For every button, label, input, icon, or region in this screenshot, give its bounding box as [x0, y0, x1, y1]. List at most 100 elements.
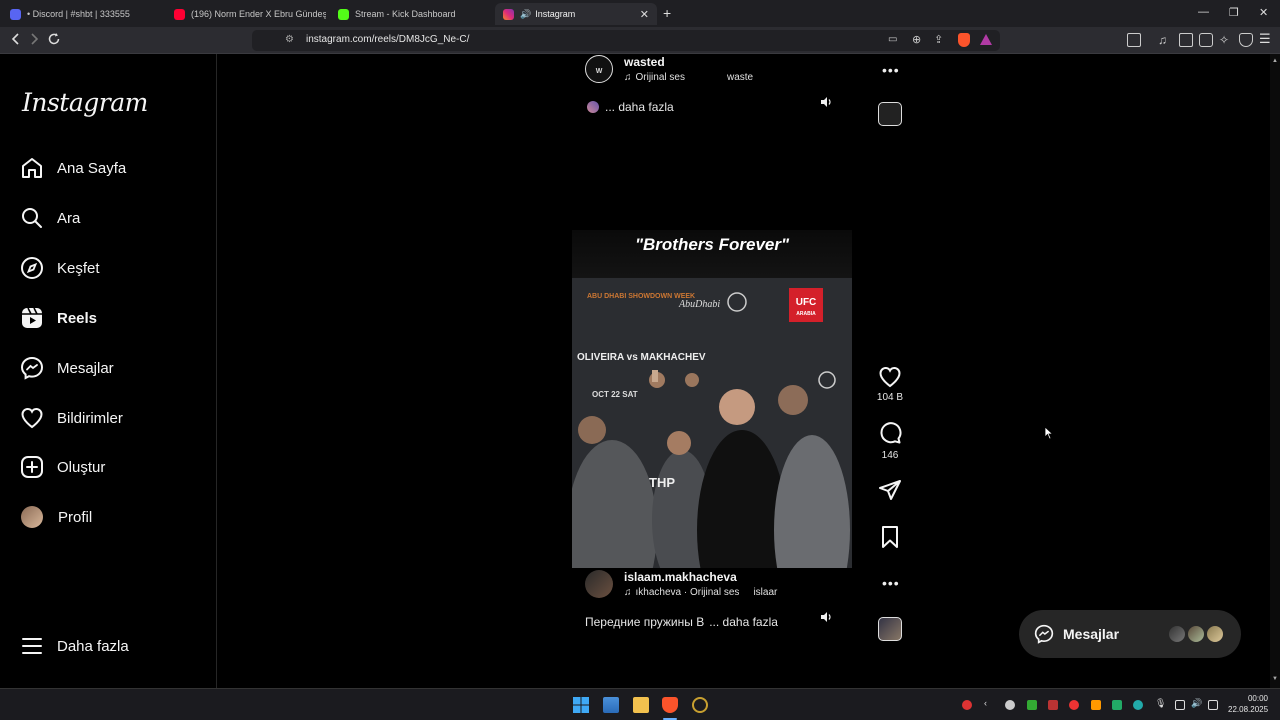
save-button[interactable] [879, 525, 901, 549]
sidebar-toggle-icon[interactable] [1179, 33, 1193, 47]
volume-icon[interactable]: 🔊 [1191, 698, 1202, 708]
windows-start-icon[interactable] [573, 697, 589, 713]
nav-notifications[interactable]: Bildirimler [20, 403, 200, 433]
page-scrollbar[interactable]: ▲ ▼ [1270, 54, 1280, 688]
nav-home[interactable]: Ana Sayfa [20, 153, 200, 183]
menu-icon[interactable]: ☰ [1259, 31, 1273, 46]
tray-icon[interactable] [1133, 700, 1143, 710]
tray-icon[interactable] [1091, 700, 1101, 710]
site-info-icon[interactable]: ⚙ [285, 34, 294, 45]
zoom-icon[interactable]: ⊕ [912, 33, 921, 46]
caption-more[interactable]: ... daha fazla [709, 615, 778, 629]
username[interactable]: wasted [624, 55, 753, 69]
minimize-button[interactable]: — [1198, 6, 1209, 18]
vpn-icon[interactable] [1239, 33, 1253, 47]
address-bar[interactable]: ⚙ instagram.com/reels/DM8JcG_Ne-C/ ▭ ⊕ ⇪ [252, 30, 1000, 51]
like-count: 104 B [876, 392, 904, 403]
close-tab-icon[interactable]: ✕ [640, 8, 649, 21]
audio-thumbnail[interactable] [878, 617, 902, 641]
brave-rewards-icon[interactable] [980, 34, 992, 45]
share-button[interactable] [878, 478, 902, 502]
tray-icon[interactable] [1112, 700, 1122, 710]
current-reel-caption[interactable]: Передние пружины В ... daha fazla [585, 615, 778, 629]
unmute-button[interactable] [819, 610, 833, 624]
brave-shield-icon[interactable] [958, 33, 970, 47]
search-icon [22, 208, 42, 228]
tray-icon[interactable] [1027, 700, 1037, 710]
forward-button[interactable] [28, 32, 40, 46]
more-options-icon[interactable]: ••• [882, 62, 900, 78]
maximize-button[interactable]: ❐ [1229, 6, 1239, 19]
reel-video[interactable]: ABU DHABI SHOWDOWN WEEK AbuDhabi UFC ARA… [572, 230, 852, 568]
wallet-icon[interactable] [1199, 33, 1213, 47]
more-options-icon[interactable]: ••• [882, 575, 900, 591]
close-window-button[interactable]: ✕ [1259, 6, 1268, 19]
new-tab-button[interactable]: + [663, 5, 671, 21]
discord-icon [10, 8, 21, 20]
windows-taskbar: ‹ 🎙 🔊 00:00 22.08.2025 [0, 688, 1280, 720]
tray-icon[interactable] [1048, 700, 1058, 710]
nav-messages[interactable]: Mesajlar [20, 353, 200, 383]
widgets-icon[interactable] [603, 697, 619, 713]
microphone-icon[interactable]: 🎙 [1155, 698, 1166, 708]
nav-explore[interactable]: Keşfet [20, 253, 200, 283]
battery-icon[interactable] [1208, 700, 1218, 710]
cast-icon[interactable]: ▭ [888, 34, 897, 45]
unmute-button[interactable] [819, 95, 833, 109]
clock-date[interactable]: 22.08.2025 [1228, 705, 1268, 714]
nav-more[interactable]: Daha fazla [20, 631, 200, 661]
comment-button[interactable] [878, 421, 902, 445]
reel-title-overlay: "Brothers Forever" [634, 235, 790, 254]
caption-more[interactable]: ... daha fazla [605, 100, 674, 114]
music-note-icon: ♫ [624, 587, 632, 598]
avatar [1205, 624, 1225, 644]
avatar[interactable]: W [585, 55, 613, 83]
nav-profile[interactable]: Profil [20, 502, 200, 532]
reels-icon [22, 307, 42, 328]
plus-square-icon [21, 456, 43, 478]
messenger-icon [1034, 624, 1054, 644]
like-button[interactable] [878, 365, 902, 389]
previous-reel-caption[interactable]: ... daha fazla [587, 100, 674, 114]
previous-reel-author[interactable]: W wasted ♫ Orijinal ses waste [585, 55, 753, 83]
back-button[interactable] [10, 32, 22, 46]
app-icon[interactable] [692, 697, 708, 713]
tray-icon[interactable] [1005, 700, 1015, 710]
tab-label: • Discord | #shbt | 333555 [27, 9, 130, 19]
brave-browser-icon[interactable] [662, 697, 678, 713]
network-icon[interactable] [1175, 700, 1185, 710]
tray-icon[interactable] [962, 700, 972, 710]
username[interactable]: islaam.makhacheva [624, 570, 777, 584]
audio-label: Orijinal ses [635, 72, 685, 83]
screenshot-icon[interactable] [1127, 33, 1141, 47]
tab-discord[interactable]: • Discord | #shbt | 333555 [2, 3, 162, 25]
nav-create[interactable]: Oluştur [20, 452, 200, 482]
browser-toolbar: ⚙ instagram.com/reels/DM8JcG_Ne-C/ ▭ ⊕ ⇪… [0, 27, 1280, 54]
tab-kick[interactable]: Stream - Kick Dashboard [330, 3, 490, 25]
clock-time[interactable]: 00:00 [1228, 694, 1268, 703]
reels-feed[interactable]: W wasted ♫ Orijinal ses waste ... daha f… [218, 54, 1270, 688]
share-icon[interactable]: ⇪ [934, 33, 943, 46]
media-icon[interactable]: ♫ [1158, 33, 1172, 47]
audio-link[interactable]: ♫ ıkhacheva · Orijinal ses islaar [624, 587, 777, 598]
file-explorer-icon[interactable] [633, 697, 649, 713]
youtube-icon [174, 8, 185, 20]
tray-icon[interactable] [1069, 700, 1079, 710]
tab-label: Instagram [535, 9, 576, 19]
avatar[interactable] [585, 570, 613, 598]
reload-button[interactable] [47, 32, 61, 46]
audio-thumbnail[interactable] [878, 102, 902, 126]
tab-youtube[interactable]: (196) Norm Ender X Ebru Gündeş - B [166, 3, 326, 25]
nav-reels[interactable]: Reels [20, 303, 200, 333]
nav-search[interactable]: Ara [20, 203, 200, 233]
url-text: instagram.com/reels/DM8JcG_Ne-C/ [306, 34, 470, 45]
tray-overflow-icon[interactable]: ‹ [984, 698, 994, 708]
audio-link[interactable]: ♫ Orijinal ses waste [624, 72, 753, 83]
music-note-icon: ♫ [624, 72, 632, 83]
heart-icon [21, 407, 43, 429]
leo-ai-icon[interactable]: ✧ [1219, 33, 1233, 47]
tab-instagram[interactable]: 🔊 Instagram ✕ [495, 3, 657, 25]
instagram-logo[interactable]: Instagram [22, 88, 148, 117]
tab-label: (196) Norm Ender X Ebru Gündeş - B [191, 9, 326, 19]
current-reel-author[interactable]: islaam.makhacheva ♫ ıkhacheva · Orijinal… [585, 570, 777, 598]
